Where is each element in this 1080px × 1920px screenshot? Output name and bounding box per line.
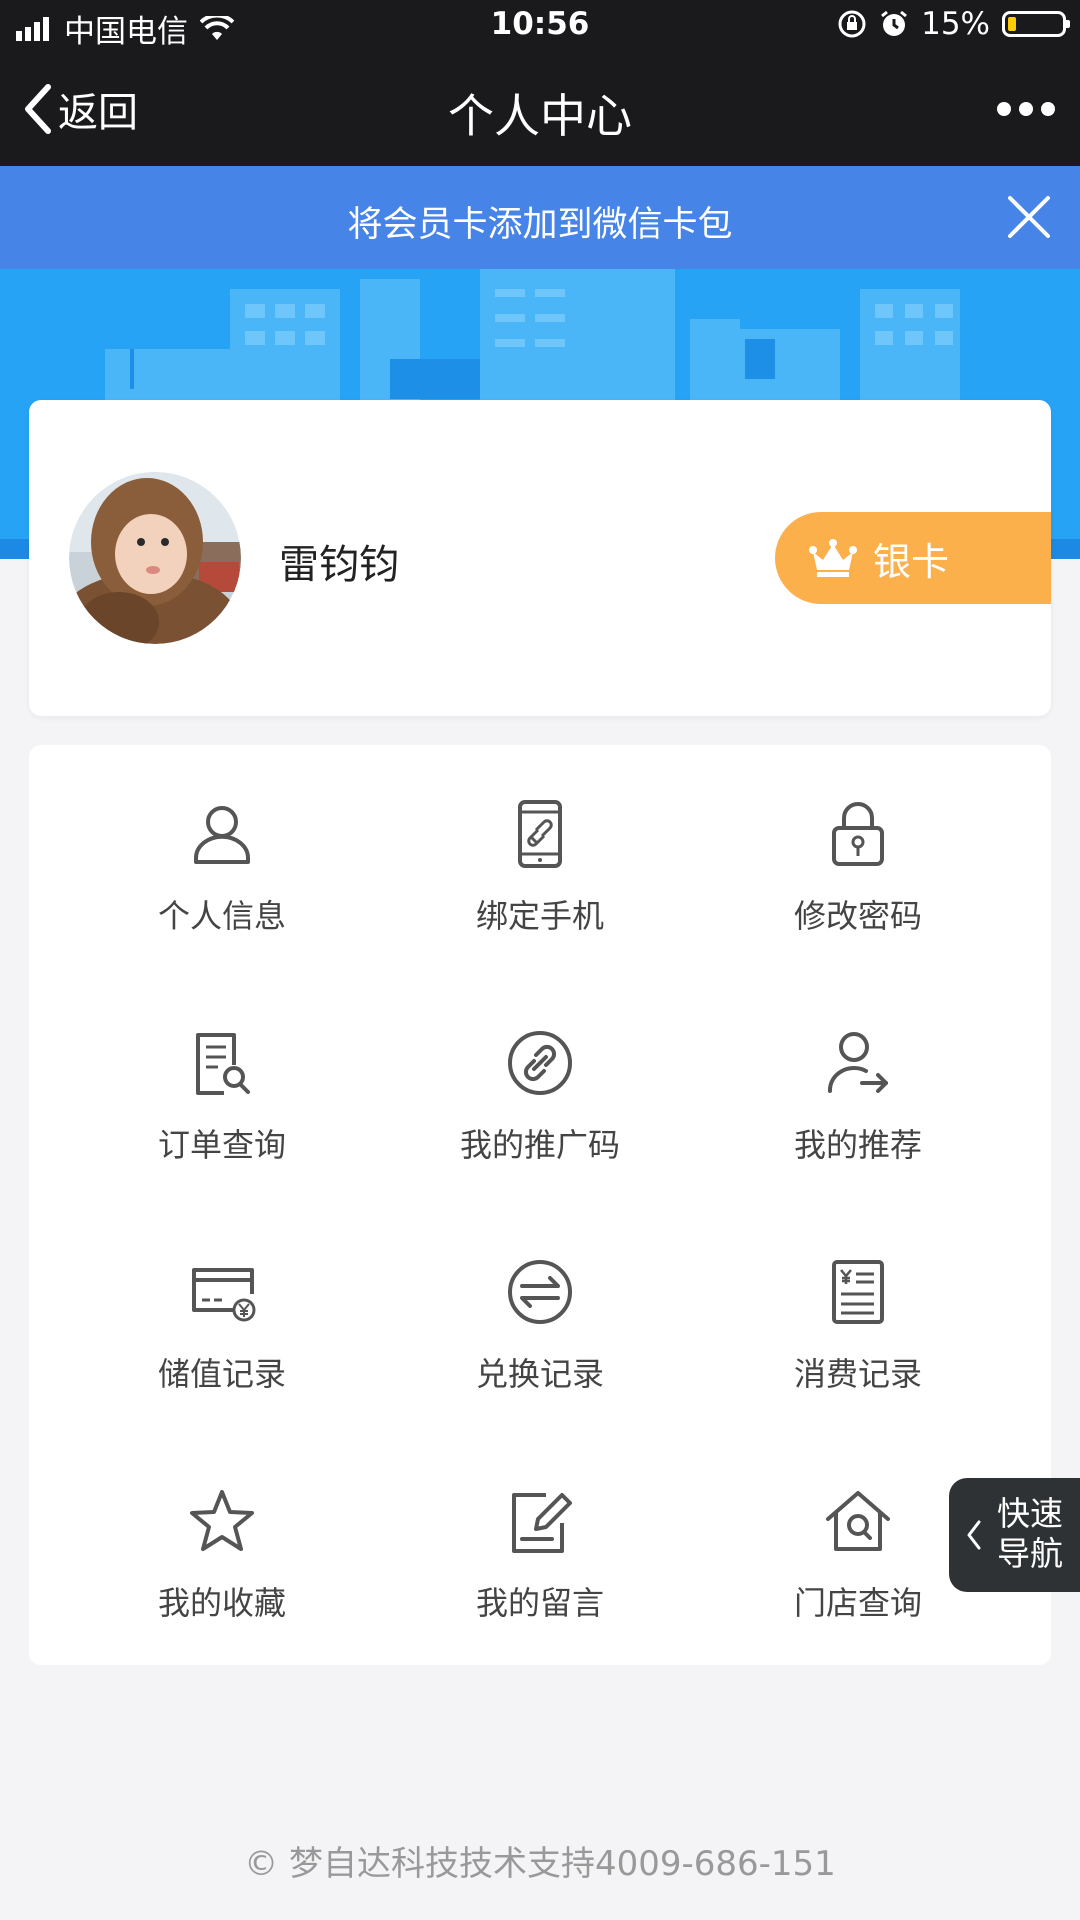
member-level-badge[interactable]: 银卡 [775, 512, 1051, 604]
menu-item-label: 储值记录 [157, 1355, 286, 1393]
menu-item-favorites[interactable]: 我的收藏 [55, 1432, 389, 1661]
battery-percent: 15% [921, 6, 990, 42]
chevron-left-icon [967, 1520, 981, 1550]
menu-item-my-referrals[interactable]: 我的推荐 [691, 974, 1025, 1203]
menu-item-promo-code[interactable]: 我的推广码 [373, 974, 707, 1203]
quick-nav-line1: 快速 [997, 1494, 1063, 1533]
battery-icon [1002, 11, 1070, 37]
menu-item-label: 修改密码 [793, 897, 922, 935]
profile-card: 雷钧钧 银卡 [29, 400, 1051, 716]
page-title: 个人中心 [448, 89, 632, 143]
menu-item-change-password[interactable]: 修改密码 [691, 745, 1025, 974]
exchange-icon [508, 1260, 572, 1324]
more-icon[interactable] [994, 84, 1058, 134]
menu-item-label: 个人信息 [157, 897, 286, 935]
quick-nav-button[interactable]: 快速 导航 [949, 1478, 1080, 1592]
rotation-lock-icon [838, 10, 866, 38]
menu-item-label: 我的推广码 [459, 1126, 620, 1164]
menu-card: 个人信息 绑定手机 修改密码 订单查询 我的推广码 我的推荐 储值记录 兑换记录… [29, 745, 1051, 1665]
banner-text: 将会员卡添加到微信卡包 [347, 205, 733, 245]
menu-item-label: 消费记录 [793, 1355, 922, 1393]
menu-item-messages[interactable]: 我的留言 [373, 1432, 707, 1661]
store-search-icon [826, 1491, 890, 1551]
alarm-icon [881, 10, 908, 36]
menu-grid: 个人信息 绑定手机 修改密码 订单查询 我的推广码 我的推荐 储值记录 兑换记录… [29, 745, 1051, 1665]
menu-item-label: 绑定手机 [475, 897, 604, 935]
menu-item-label: 我的推荐 [793, 1126, 922, 1164]
phone-link-icon [518, 800, 562, 868]
nav-bar: 返回 个人中心 [0, 56, 1080, 166]
avatar[interactable] [69, 472, 241, 644]
status-right: 15% [837, 6, 1070, 42]
menu-item-exchange-record[interactable]: 兑换记录 [373, 1203, 707, 1432]
crown-icon [809, 539, 857, 577]
status-bar: 中国电信 10:56 15% [0, 0, 1080, 56]
menu-item-bind-phone[interactable]: 绑定手机 [373, 745, 707, 974]
member-level-label: 银卡 [873, 539, 950, 584]
link-circle-icon [508, 1031, 572, 1095]
user-share-icon [827, 1032, 888, 1093]
user-name: 雷钧钧 [279, 542, 399, 588]
wechat-card-banner[interactable]: 将会员卡添加到微信卡包 [0, 166, 1080, 269]
menu-item-consumption-record[interactable]: 消费记录 [691, 1203, 1025, 1432]
menu-item-order-search[interactable]: 订单查询 [55, 974, 389, 1203]
quick-nav-label: 快速 导航 [997, 1494, 1077, 1574]
quick-nav-line2: 导航 [997, 1534, 1063, 1573]
menu-item-label: 订单查询 [157, 1126, 286, 1164]
menu-item-label: 我的留言 [475, 1584, 604, 1622]
menu-item-label: 我的收藏 [157, 1584, 286, 1622]
receipt-icon [832, 1260, 884, 1324]
lock-icon [832, 802, 884, 866]
star-icon [190, 1490, 254, 1551]
edit-note-icon [512, 1493, 572, 1553]
menu-item-stored-value[interactable]: 储值记录 [55, 1203, 389, 1432]
menu-item-personal-info[interactable]: 个人信息 [55, 745, 389, 974]
close-icon[interactable] [1004, 192, 1054, 242]
avatar-image [69, 472, 241, 644]
user-icon [194, 806, 250, 864]
card-yen-icon [192, 1268, 256, 1322]
footer-support-text: © 梦自达科技技术支持4009-686-151 [244, 1844, 836, 1884]
order-search-icon [196, 1033, 250, 1095]
menu-item-label: 兑换记录 [475, 1355, 604, 1393]
